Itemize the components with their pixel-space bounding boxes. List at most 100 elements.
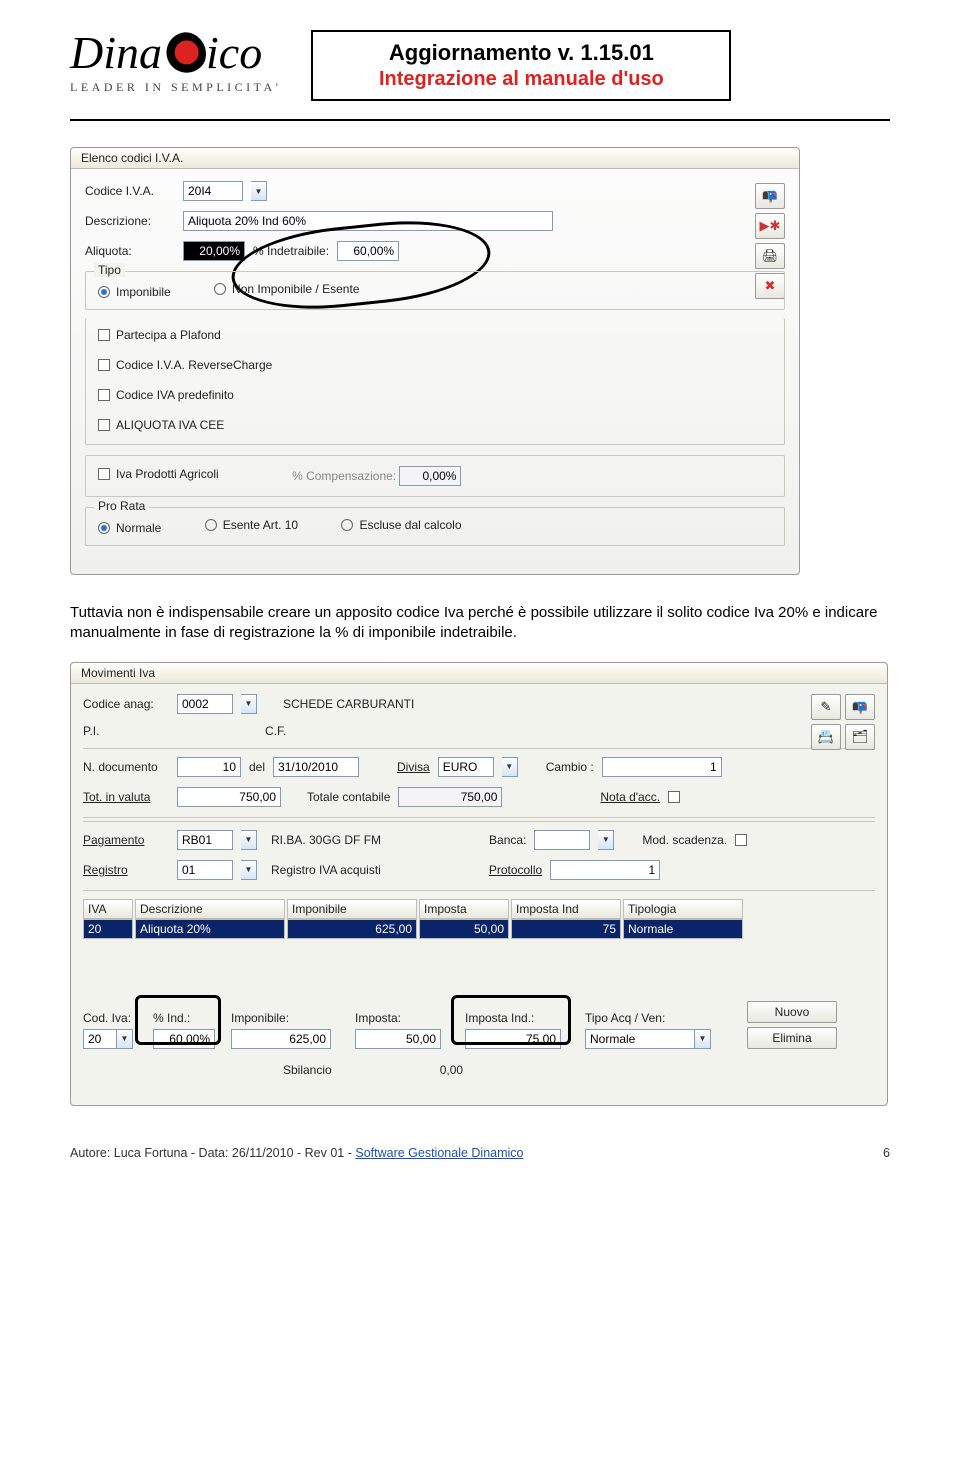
- descrizione-input[interactable]: [183, 211, 553, 231]
- flags-group-1: Partecipa a Plafond Codice I.V.A. Revers…: [85, 318, 785, 445]
- iva-table-header: IVA Descrizione Imponibile Imposta Impos…: [83, 899, 875, 919]
- title-line2: Integrazione al manuale d'uso: [331, 68, 711, 91]
- document-page: Dinaico LEADER IN SEMPLICITA' Aggiorname…: [0, 0, 960, 1190]
- label-banca: Banca:: [489, 833, 526, 847]
- anag-desc: SCHEDE CARBURANTI: [283, 697, 414, 711]
- radio-normale[interactable]: Normale: [98, 521, 161, 535]
- divisa-input[interactable]: [438, 757, 494, 777]
- tot-valuta-input[interactable]: [177, 787, 281, 807]
- footer-link[interactable]: Software Gestionale Dinamico: [355, 1146, 523, 1160]
- footer-text: Autore: Luca Fortuna - Data: 26/11/2010 …: [70, 1146, 355, 1160]
- tipo-acq-input[interactable]: [585, 1029, 695, 1049]
- tipo-group: Tipo Imponibile Non Imponibile / Esente: [85, 271, 785, 310]
- label-compensazione: % Compensazione:: [292, 469, 396, 483]
- prorata-group: Pro Rata Normale Esente Art. 10 Escluse …: [85, 507, 785, 546]
- dropdown-icon[interactable]: ▼: [241, 694, 257, 714]
- page-footer: Autore: Luca Fortuna - Data: 26/11/2010 …: [70, 1146, 890, 1160]
- header-divider: [70, 119, 890, 121]
- label-del: del: [249, 760, 265, 774]
- iva-codes-window: Elenco codici I.V.A. 📭 ▶✱ 🖨 ✖ Codice I.V…: [70, 147, 800, 575]
- radio-imponibile[interactable]: Imponibile: [98, 285, 171, 299]
- protocollo-input[interactable]: [550, 860, 660, 880]
- pagamento-input[interactable]: [177, 830, 233, 850]
- cambio-input[interactable]: [602, 757, 722, 777]
- dropdown-icon[interactable]: ▼: [251, 181, 267, 201]
- banca-input[interactable]: [534, 830, 590, 850]
- radio-escluse[interactable]: Escluse dal calcolo: [341, 518, 461, 532]
- title-line1: Aggiornamento v. 1.15.01: [331, 40, 711, 66]
- prorata-title: Pro Rata: [94, 499, 149, 513]
- brand-tagline: LEADER IN SEMPLICITA': [70, 80, 281, 95]
- radio-non-imponibile[interactable]: Non Imponibile / Esente: [214, 282, 359, 296]
- label-mod-scad: Mod. scadenza.: [642, 833, 727, 847]
- check-plafond[interactable]: Partecipa a Plafond: [98, 328, 221, 342]
- cod-iva-input[interactable]: [83, 1029, 117, 1049]
- codice-anag-input[interactable]: [177, 694, 233, 714]
- nota-check[interactable]: [668, 791, 680, 803]
- list-icon[interactable]: 📇: [811, 724, 841, 750]
- dropdown-icon[interactable]: ▼: [598, 830, 614, 850]
- check-cee[interactable]: ALIQUOTA IVA CEE: [98, 418, 224, 432]
- print-icon[interactable]: 🖨: [755, 243, 785, 269]
- registro-desc: Registro IVA acquisti: [271, 863, 381, 877]
- tot-contabile-value: [398, 787, 502, 807]
- pagamento-desc: RI.BA. 30GG DF FM: [271, 833, 381, 847]
- highlight-box-impind: [451, 995, 571, 1045]
- swirl-icon: [157, 27, 211, 81]
- aliquota-input[interactable]: [183, 241, 245, 261]
- label-aliquota: Aliquota:: [85, 244, 175, 258]
- dropdown-icon[interactable]: ▼: [502, 757, 518, 777]
- label-indetraibile: % Indetraibile:: [253, 244, 329, 258]
- radio-esente[interactable]: Esente Art. 10: [205, 518, 298, 532]
- detail-row: Cod. Iva: ▼ % Ind.: Imponibile: Imposta:…: [83, 1001, 875, 1049]
- window2-title: Movimenti Iva: [71, 663, 887, 684]
- mod-scad-check[interactable]: [735, 834, 747, 846]
- imposta-input[interactable]: [355, 1029, 441, 1049]
- label-protocollo: Protocollo: [489, 863, 542, 877]
- edit-icon[interactable]: ✎: [811, 694, 841, 720]
- indetraibile-input[interactable]: [337, 241, 399, 261]
- check-predef[interactable]: Codice IVA predefinito: [98, 388, 234, 402]
- page-header: Dinaico LEADER IN SEMPLICITA' Aggiorname…: [70, 30, 890, 101]
- dropdown-icon[interactable]: ▼: [241, 860, 257, 880]
- label-tipo-acq: Tipo Acq / Ven:: [585, 1011, 737, 1025]
- compensazione-input: [399, 466, 461, 486]
- table-row[interactable]: 20 Aliquota 20% 625,00 50,00 75 Normale: [83, 919, 875, 939]
- label-codice-anag: Codice anag:: [83, 697, 169, 711]
- page-number: 6: [883, 1146, 890, 1160]
- check-agricoli[interactable]: Iva Prodotti Agricoli: [98, 467, 219, 481]
- brand-name-right: ico: [206, 27, 262, 78]
- highlight-box-pctind: [135, 995, 221, 1045]
- label-sbilancio: Sbilancio: [283, 1063, 332, 1077]
- exit-icon[interactable]: 📭: [755, 183, 785, 209]
- toolbar-buttons-2: ✎ 📭 📇 🗂: [811, 694, 875, 750]
- first-record-icon[interactable]: ▶✱: [755, 213, 785, 239]
- dropdown-icon[interactable]: ▼: [117, 1029, 133, 1049]
- label-tot-contabile: Totale contabile: [307, 790, 390, 804]
- exit-icon-2[interactable]: 📭: [845, 694, 875, 720]
- body-paragraph: Tuttavia non è indispensabile creare un …: [70, 603, 890, 644]
- label-pi: P.I.: [83, 724, 169, 738]
- dropdown-icon[interactable]: ▼: [241, 830, 257, 850]
- label-nota: Nota d'acc.: [600, 790, 660, 804]
- registro-input[interactable]: [177, 860, 233, 880]
- label-codice-iva: Codice I.V.A.: [85, 184, 175, 198]
- label-cambio: Cambio :: [546, 760, 594, 774]
- check-reverse[interactable]: Codice I.V.A. ReverseCharge: [98, 358, 272, 372]
- nuovo-button[interactable]: Nuovo: [747, 1001, 837, 1023]
- dropdown-icon[interactable]: ▼: [695, 1029, 711, 1049]
- label-cod-iva: Cod. Iva:: [83, 1011, 143, 1025]
- flags-group-2: Iva Prodotti Agricoli % Compensazione:: [85, 455, 785, 497]
- ledger-icon[interactable]: 🗂: [845, 724, 875, 750]
- codice-iva-input[interactable]: [183, 181, 243, 201]
- date-input[interactable]: [273, 757, 359, 777]
- window-title: Elenco codici I.V.A.: [71, 148, 799, 169]
- imponibile-input[interactable]: [231, 1029, 331, 1049]
- ndoc-input[interactable]: [177, 757, 241, 777]
- label-divisa: Divisa: [397, 760, 430, 774]
- title-box: Aggiornamento v. 1.15.01 Integrazione al…: [311, 30, 731, 101]
- value-sbilancio: 0,00: [440, 1063, 463, 1077]
- label-descrizione: Descrizione:: [85, 214, 175, 228]
- label-cf: C.F.: [265, 724, 286, 738]
- elimina-button[interactable]: Elimina: [747, 1027, 837, 1049]
